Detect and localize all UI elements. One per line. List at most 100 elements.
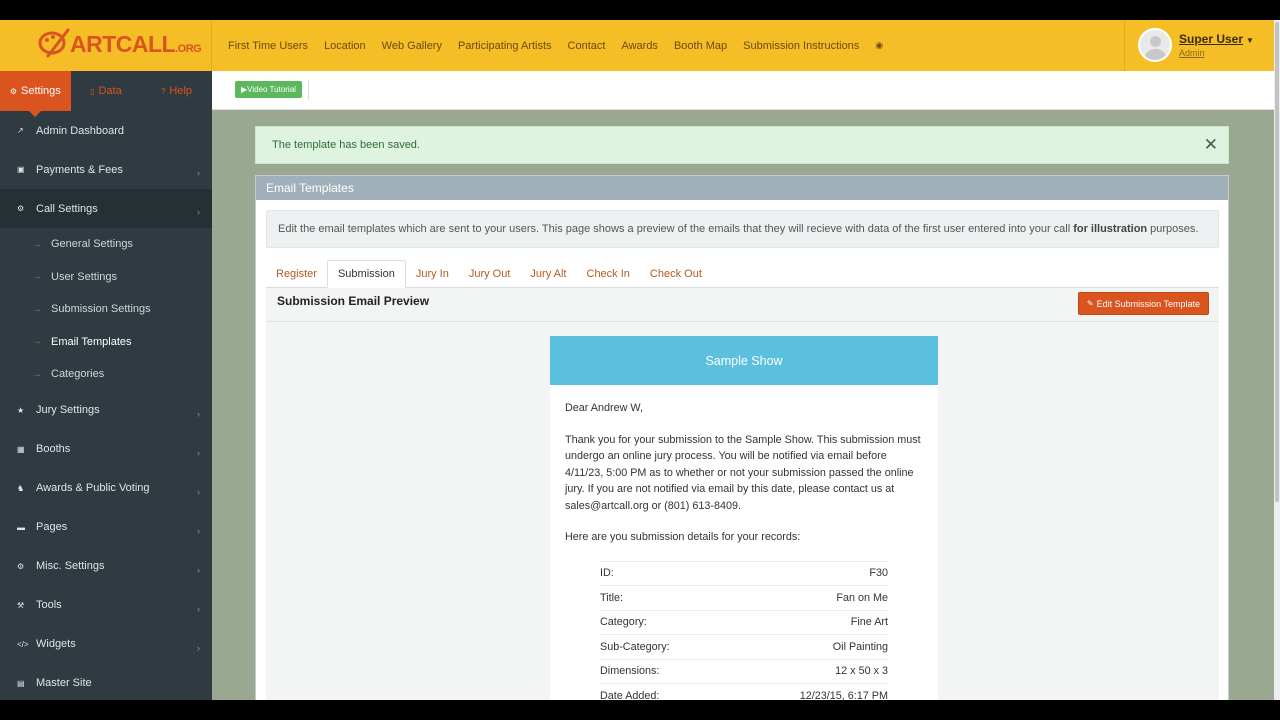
user-menu[interactable]: Super User ▼ Admin — [1124, 20, 1280, 71]
nav-web-gallery[interactable]: Web Gallery — [374, 40, 450, 52]
avatar[interactable] — [1138, 28, 1172, 62]
sidebar-item-master-site[interactable]: ▤ Master Site — [0, 664, 212, 701]
chart-icon: ↗ — [17, 126, 24, 135]
tab-jury-in[interactable]: Jury In — [406, 260, 459, 288]
page-scrollbar[interactable] — [1274, 20, 1280, 700]
tab-data[interactable]: ▯ Data — [71, 71, 142, 111]
star-icon: ★ — [17, 405, 25, 415]
scrollbar-thumb[interactable] — [1275, 22, 1279, 502]
top-nav: First Time Users Location Web Gallery Pa… — [220, 20, 891, 71]
sidebar-item-call-settings[interactable]: ⚙ Call Settings › — [0, 189, 212, 228]
sidebar-subitem-user-settings[interactable]: → User Settings — [0, 261, 212, 294]
email-preview-area: Sample Show Dear Andrew W, Thank you for… — [266, 322, 1219, 700]
tab-settings[interactable]: ⚙ Settings — [0, 71, 71, 117]
nav-booth-map[interactable]: Booth Map — [666, 40, 735, 52]
sidebar-item-payments-fees[interactable]: ▣ Payments & Fees › — [0, 150, 212, 189]
sidebar: ⚙ Settings ▯ Data ? Help ↗ Admin Dashboard ▣… — [0, 71, 212, 700]
chevron-right-icon: › — [197, 207, 200, 217]
arrow-right-icon: → — [32, 238, 42, 250]
arrow-right-icon: → — [32, 271, 42, 283]
tab-jury-out[interactable]: Jury Out — [459, 260, 521, 288]
email-header: Sample Show — [550, 336, 938, 385]
nav-awards[interactable]: Awards — [613, 40, 665, 52]
main-content: ▶ Video Tutorial The template has been sa… — [212, 71, 1274, 700]
trophy-icon: ♞ — [17, 483, 25, 493]
cogs-icon: ⚙ — [17, 561, 25, 571]
success-alert: The template has been saved. ✕ — [255, 126, 1229, 164]
table-row: ID: F30 — [600, 560, 888, 586]
toolbar-divider — [308, 80, 309, 100]
building-icon: ▤ — [17, 678, 25, 688]
sidebar-tabs: ⚙ Settings ▯ Data ? Help — [0, 71, 212, 117]
sidebar-item-pages[interactable]: ▬ Pages › — [0, 508, 212, 547]
email-templates-panel: Email Templates Edit the email templates… — [255, 175, 1229, 700]
sidebar-item-awards-public-voting[interactable]: ♞ Awards & Public Voting › — [0, 469, 212, 508]
gear-icon: ⚙ — [9, 86, 17, 96]
booth-icon: ▦ — [17, 444, 25, 454]
info-box: Edit the email templates which are sent … — [266, 210, 1219, 248]
caret-down-icon: ▼ — [1246, 36, 1254, 45]
arrow-right-icon: → — [32, 336, 42, 348]
table-row: Title: Fan on Me — [600, 585, 888, 610]
nav-contact[interactable]: Contact — [560, 40, 614, 52]
sidebar-item-booths[interactable]: ▦ Booths › — [0, 430, 212, 469]
sidebar-item-misc-settings[interactable]: ⚙ Misc. Settings › — [0, 547, 212, 586]
preview-bar: Submission Email Preview ✎ Edit Submissio… — [266, 288, 1219, 322]
email-details-intro: Here are you submission details for your… — [565, 531, 801, 543]
sidebar-subitem-general-settings[interactable]: → General Settings — [0, 228, 212, 261]
template-tabs: Register Submission Jury In Jury Out Jur… — [266, 260, 1219, 288]
logo[interactable]: ARTCALL.ORG — [38, 26, 202, 62]
tab-check-out[interactable]: Check Out — [640, 260, 712, 288]
table-row: Date Added: 12/23/15, 6:17 PM — [600, 683, 888, 700]
sidebar-subitem-submission-settings[interactable]: → Submission Settings — [0, 293, 212, 326]
code-icon: </> — [17, 639, 29, 649]
chevron-right-icon: › — [197, 447, 200, 458]
chevron-right-icon: › — [197, 486, 200, 497]
logo-text: ARTCALL.ORG — [70, 30, 202, 57]
nav-participating-artists[interactable]: Participating Artists — [450, 40, 560, 52]
tab-submission[interactable]: Submission — [326, 260, 406, 288]
tab-check-in[interactable]: Check In — [577, 260, 640, 288]
arrow-right-icon: → — [32, 303, 42, 315]
nav-submission-instructions[interactable]: Submission Instructions — [735, 40, 867, 52]
top-bar: ARTCALL.ORG First Time Users Location We… — [0, 20, 1280, 71]
chevron-right-icon: › — [197, 603, 200, 614]
alert-message: The template has been saved. — [272, 139, 420, 151]
chevron-right-icon: › — [197, 525, 200, 536]
database-icon: ▯ — [90, 86, 95, 96]
table-row: Dimensions: 12 x 50 x 3 — [600, 658, 888, 684]
email-body: Dear Andrew W, Thank you for your submis… — [550, 385, 938, 700]
sidebar-subitem-email-templates[interactable]: → Email Templates — [0, 326, 212, 359]
sidebar-item-tools[interactable]: ⚒ Tools › — [0, 586, 212, 625]
app-frame: ARTCALL.ORG First Time Users Location We… — [0, 20, 1280, 700]
chevron-right-icon: › — [197, 564, 200, 575]
email-paragraph: Thank you for your submission to the Sam… — [565, 433, 921, 512]
gear-icon: ⚙ — [17, 204, 25, 213]
user-name[interactable]: Super User ▼ — [1179, 32, 1254, 46]
logo-area: ARTCALL.ORG — [0, 20, 212, 71]
table-row: Sub-Category: Oil Painting — [600, 634, 888, 659]
palette-logo-icon — [38, 26, 72, 62]
video-tutorial-button[interactable]: ▶ Video Tutorial — [235, 81, 302, 98]
toolbar: ▶ Video Tutorial — [212, 71, 1274, 110]
edit-icon: ✎ — [1086, 299, 1094, 308]
edit-submission-template-button[interactable]: ✎ Edit Submission Template — [1077, 292, 1209, 315]
close-icon[interactable]: ✕ — [1204, 136, 1218, 153]
preview-title: Submission Email Preview — [277, 294, 430, 308]
chevron-right-icon: › — [197, 642, 200, 653]
sidebar-item-jury-settings[interactable]: ★ Jury Settings › — [0, 391, 212, 430]
sidebar-item-widgets[interactable]: </> Widgets › — [0, 625, 212, 664]
arrow-right-icon: → — [32, 368, 42, 380]
tab-jury-alt[interactable]: Jury Alt — [520, 260, 576, 288]
panel-title: Email Templates — [256, 176, 1228, 200]
tab-register[interactable]: Register — [266, 260, 327, 288]
info-icon[interactable]: ◉ — [867, 40, 891, 51]
sidebar-item-admin-dashboard[interactable]: ↗ Admin Dashboard — [0, 111, 212, 150]
tab-help[interactable]: ? Help — [141, 71, 212, 111]
question-icon: ? — [160, 86, 166, 96]
wrench-icon: ⚒ — [17, 600, 25, 610]
user-role[interactable]: Admin — [1179, 48, 1205, 58]
nav-location[interactable]: Location — [316, 40, 374, 52]
sidebar-subitem-categories[interactable]: → Categories — [0, 358, 212, 391]
nav-first-time-users[interactable]: First Time Users — [220, 40, 316, 52]
